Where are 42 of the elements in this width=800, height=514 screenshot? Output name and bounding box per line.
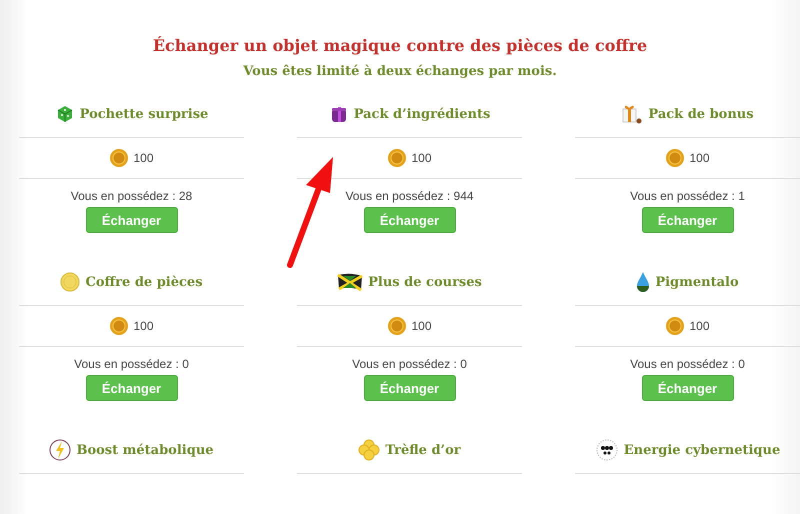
coin-icon [109,316,130,336]
item-name: Pack d’ingrédients [354,106,490,122]
page-title: Échanger un objet magique contre des pièces de coffre [152,35,648,55]
owned-count: Vous en possédez : 0 [352,357,467,371]
drop-icon [636,271,650,293]
coin-icon [387,316,408,336]
owned-count: Vous en possédez : 28 [70,189,192,203]
coin-icon [665,316,686,336]
exchange-button[interactable]: Échanger [86,207,178,233]
owned-count: Vous en possédez : 1 [630,189,745,203]
coin-icon [387,148,408,168]
gift-icon [621,103,644,125]
price-text: 100 [411,151,432,165]
price-text: 100 [411,319,432,333]
page-subtitle: Vous êtes limité à deux échanges par mois. [242,64,558,79]
item-name: Pack de bonus [648,106,754,122]
coin-icon [60,272,80,292]
price-text: 100 [133,319,154,333]
price-text: 100 [689,319,710,333]
lightning-icon [49,439,72,461]
owned-count: Vous en possédez : 0 [630,357,745,371]
price-text: 100 [133,151,154,165]
exchange-button[interactable]: Échanger [86,375,178,401]
exchange-button[interactable]: Échanger [642,207,734,233]
item-name: Pochette surprise [80,106,208,122]
price-text: 100 [689,151,710,165]
coin-icon [109,148,130,168]
item-name: Trèfle d’or [385,442,461,458]
flag-icon [337,272,364,292]
exchange-button[interactable]: Échanger [364,375,456,401]
item-name: Coffre de pièces [85,274,203,290]
item-name: Plus de courses [368,274,482,290]
exchange-button[interactable]: Échanger [364,207,456,233]
owned-count: Vous en possédez : 0 [74,357,189,371]
coin-icon [665,148,686,168]
item-name: Pigmentalo [655,274,739,290]
clover-icon [358,439,380,461]
dots-icon [594,439,619,461]
owned-count: Vous en possédez : 944 [345,189,474,203]
item-name: Energie cybernetique [624,442,780,458]
item-name: Boost métabolique [76,442,214,458]
exchange-button[interactable]: Échanger [642,375,734,401]
